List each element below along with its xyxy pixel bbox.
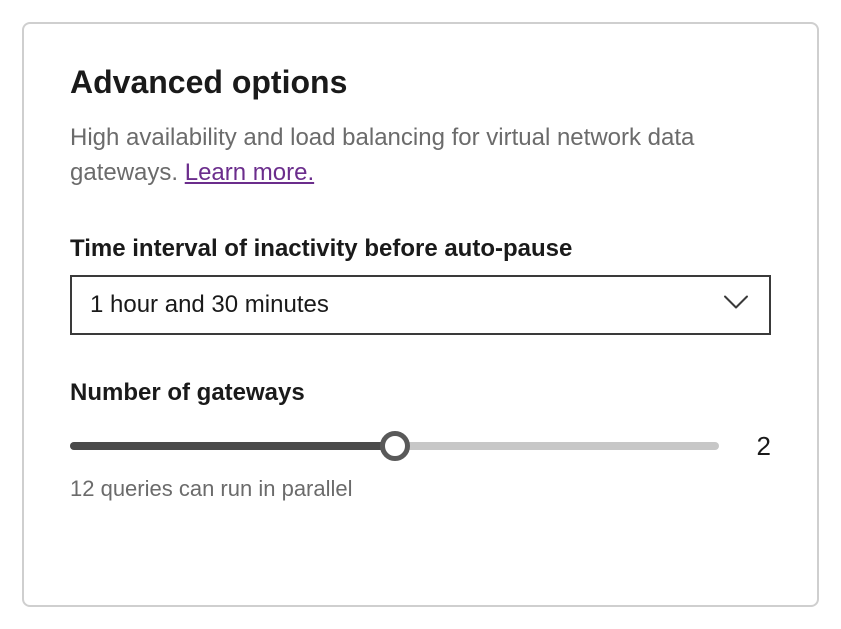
time-interval-selected-value: 1 hour and 30 minutes xyxy=(70,275,771,335)
gateways-slider-row: 2 xyxy=(70,431,771,462)
learn-more-link[interactable]: Learn more. xyxy=(185,159,314,186)
panel-description: High availability and load balancing for… xyxy=(70,121,771,191)
panel-title: Advanced options xyxy=(70,64,771,101)
slider-thumb[interactable] xyxy=(380,431,410,461)
panel-description-text: High availability and load balancing for… xyxy=(70,124,694,186)
advanced-options-panel: Advanced options High availability and l… xyxy=(22,22,819,607)
time-interval-label: Time interval of inactivity before auto-… xyxy=(70,235,771,263)
gateways-label: Number of gateways xyxy=(70,379,771,407)
gateways-slider[interactable] xyxy=(70,431,719,461)
slider-fill xyxy=(70,442,395,450)
gateways-caption: 12 queries can run in parallel xyxy=(70,476,771,502)
gateways-value: 2 xyxy=(747,431,771,462)
time-interval-select[interactable]: 1 hour and 30 minutes xyxy=(70,275,771,335)
